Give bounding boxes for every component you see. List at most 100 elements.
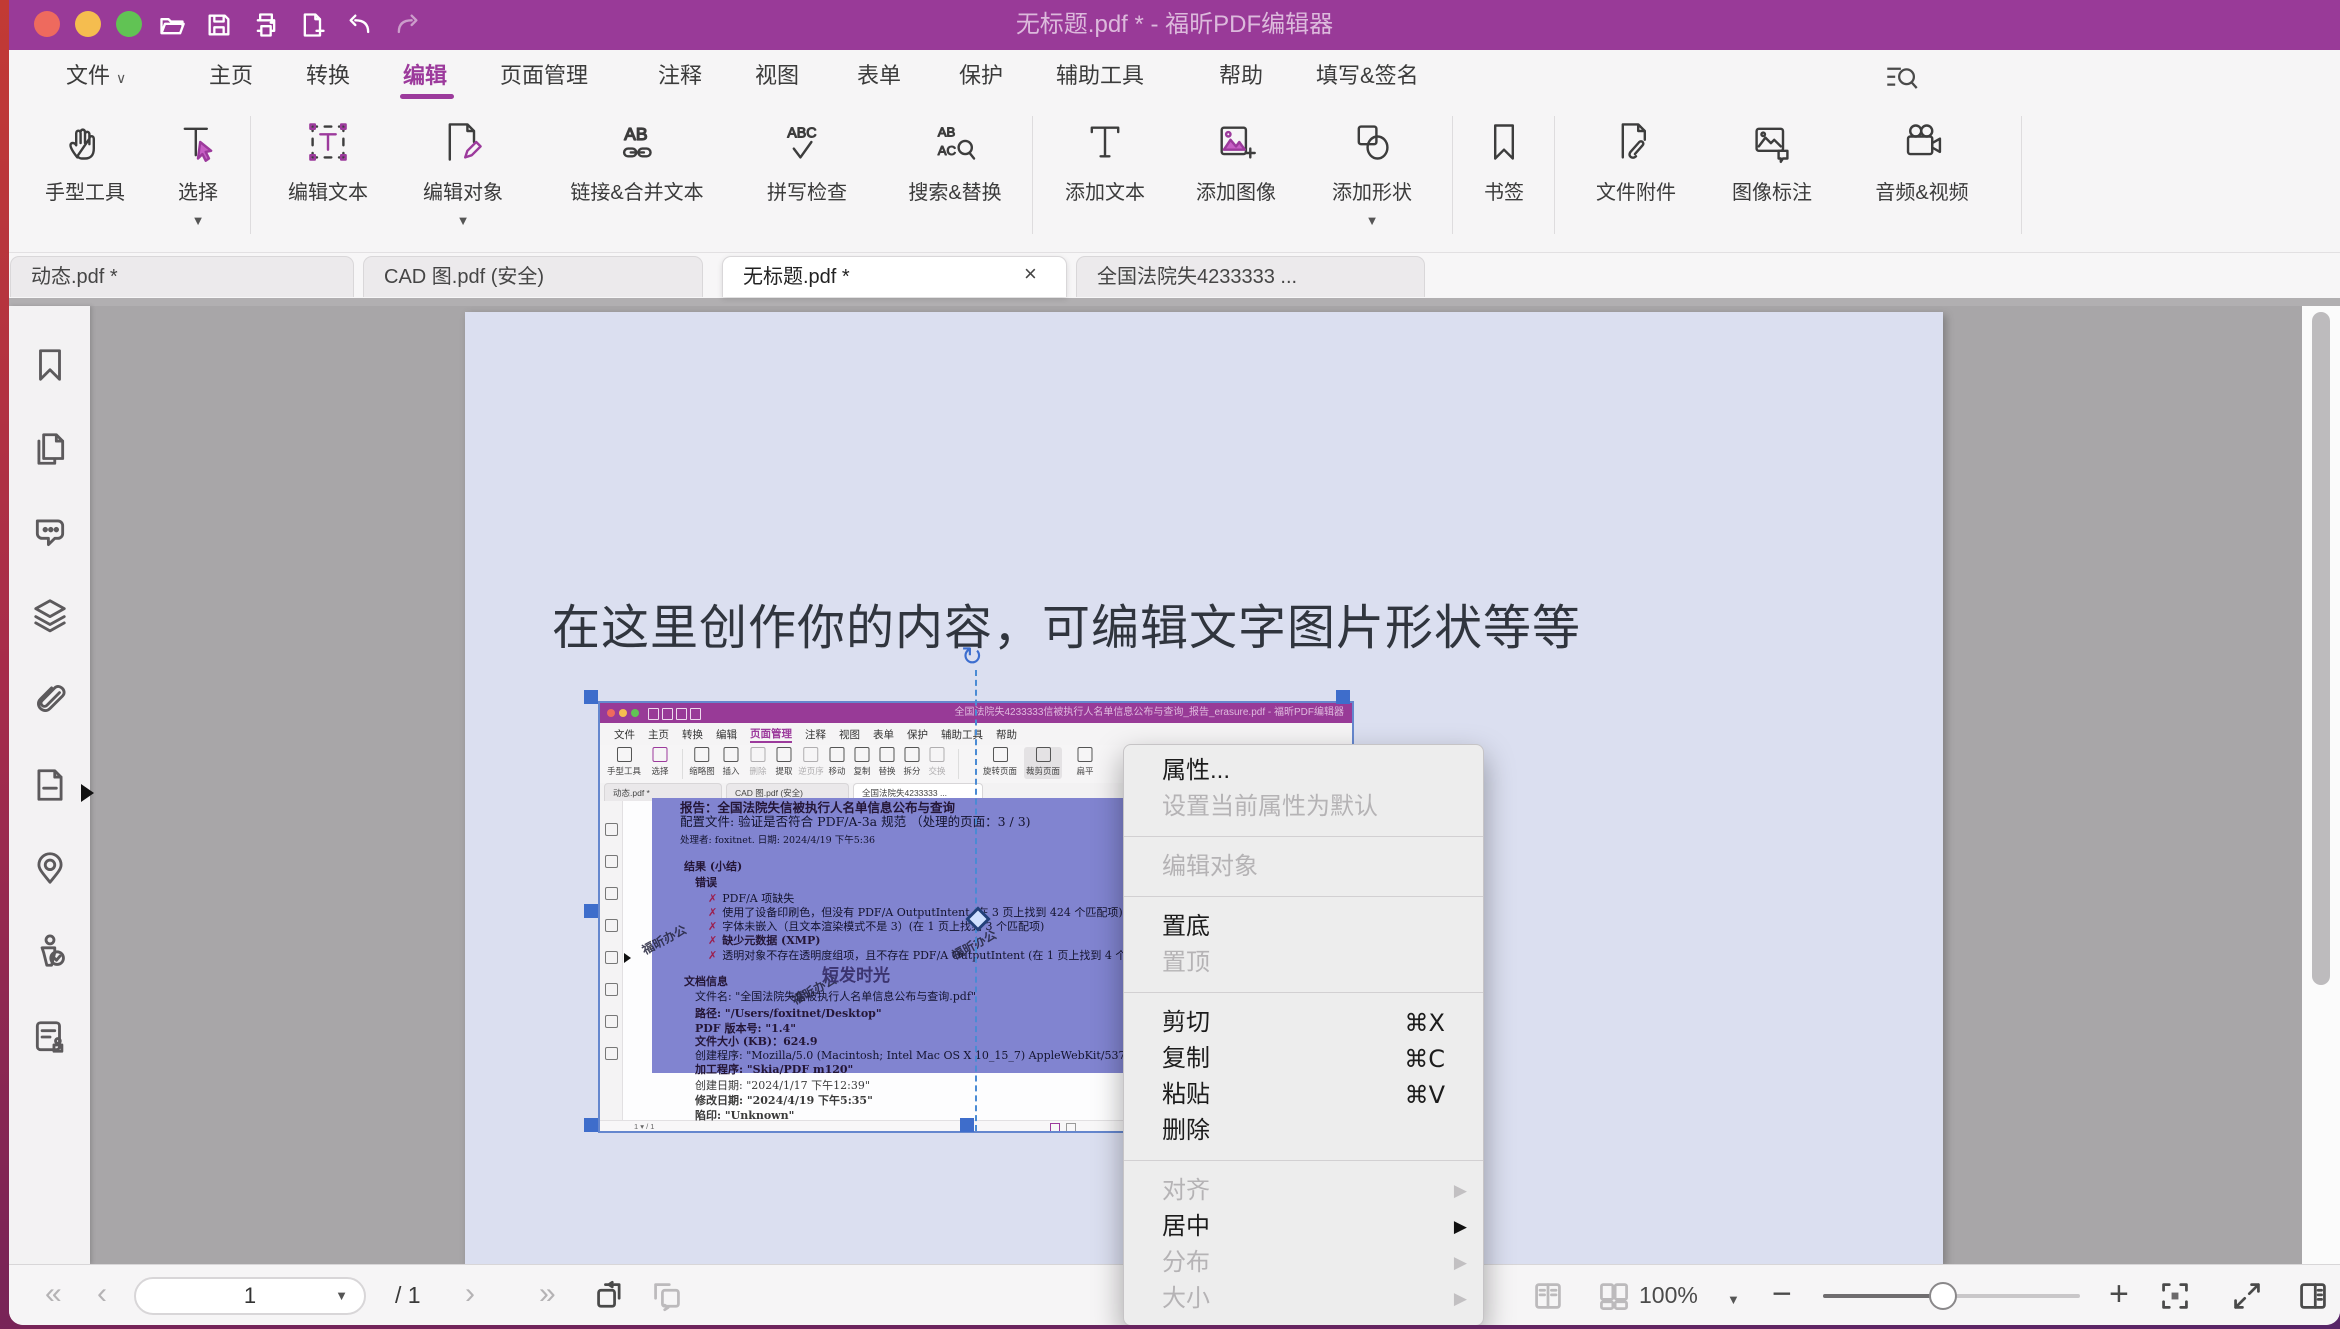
context-item-edit-object: 编辑对象 <box>1124 849 1483 885</box>
search-replace-button[interactable]: ABAC 搜索&替换 <box>908 110 1001 205</box>
menu-home[interactable]: 主页 <box>209 50 253 102</box>
file-attachment-button[interactable]: 文件附件 <box>1596 110 1676 205</box>
last-page-button[interactable]: » <box>539 1265 556 1325</box>
context-item-paste[interactable]: 粘贴⌘V <box>1124 1077 1483 1113</box>
file-attachment-icon <box>1596 110 1676 174</box>
fullscreen-icon[interactable] <box>2231 1280 2263 1312</box>
context-item-send-to-back[interactable]: 置底 <box>1124 909 1483 945</box>
next-page-button[interactable]: › <box>465 1265 475 1325</box>
tab-untitled-active[interactable]: 无标题.pdf * <box>722 256 1067 297</box>
previous-page-button[interactable]: ‹ <box>97 1265 107 1325</box>
previous-view-icon[interactable] <box>594 1280 626 1312</box>
titlebar: 无标题.pdf * - 福昕PDF编辑器 <box>9 0 2340 50</box>
zoom-caret-icon[interactable]: ▼ <box>1727 1292 1740 1307</box>
image-annotation-button[interactable]: 图像标注 <box>1732 110 1812 205</box>
svg-text:AC: AC <box>937 143 956 158</box>
zoom-in-button[interactable]: + <box>2109 1265 2129 1325</box>
advanced-search-icon[interactable] <box>1885 62 1919 92</box>
edit-text-button[interactable]: 编辑文本 <box>288 110 368 205</box>
bookmark-button[interactable]: 书签 <box>1482 110 1526 205</box>
ribbon-separator <box>1554 116 1555 234</box>
zoom-out-button[interactable]: − <box>1772 1265 1792 1325</box>
destinations-panel-icon[interactable] <box>31 849 69 887</box>
tab-dongtai[interactable]: 动态.pdf * <box>10 256 354 297</box>
menu-accessibility[interactable]: 辅助工具 <box>1056 50 1144 102</box>
pages-panel-icon[interactable] <box>31 430 69 468</box>
hand-tool-button[interactable]: 手型工具 <box>45 110 125 205</box>
menu-file[interactable]: 文件∨ <box>66 50 126 102</box>
spell-check-button[interactable]: ABC 拼写检查 <box>767 110 847 205</box>
digital-signatures-panel-icon[interactable] <box>31 932 69 970</box>
bookmark-icon <box>1482 110 1526 174</box>
context-item-cut[interactable]: 剪切⌘X <box>1124 1005 1483 1041</box>
add-text-button[interactable]: 添加文本 <box>1065 110 1145 205</box>
search-replace-icon: AB AC <box>908 110 1001 174</box>
hand-icon <box>45 110 125 174</box>
context-menu-separator <box>1124 992 1483 993</box>
context-menu-separator <box>1124 896 1483 897</box>
zoom-level-label[interactable]: 100% <box>1639 1265 1698 1325</box>
selection-handle-top-left[interactable] <box>584 690 598 704</box>
tab-cad[interactable]: CAD 图.pdf (安全) <box>363 256 703 297</box>
image-annotation-icon <box>1732 110 1812 174</box>
reading-panel-icon[interactable] <box>2297 1280 2329 1312</box>
context-item-properties[interactable]: 属性... <box>1124 753 1483 789</box>
submenu-arrow-icon: ▶ <box>1454 1173 1467 1209</box>
fit-page-icon[interactable] <box>2159 1280 2191 1312</box>
single-page-view-icon[interactable] <box>1532 1280 1564 1312</box>
close-tab-icon[interactable]: × <box>1024 253 1037 294</box>
scrollbar-thumb[interactable] <box>2312 312 2330 985</box>
layers-panel-icon[interactable] <box>31 596 69 634</box>
menu-view[interactable]: 视图 <box>755 50 799 102</box>
submenu-arrow-icon: ▶ <box>1454 1245 1467 1281</box>
page-number-input[interactable]: 1 ▼ <box>134 1277 366 1315</box>
menubar: 文件∨ 主页 转换 编辑 页面管理 注释 视图 表单 保护 辅助工具 帮助 填写… <box>9 50 2340 102</box>
ribbon-separator <box>1032 116 1033 234</box>
first-page-button[interactable]: « <box>45 1265 62 1325</box>
context-menu-separator <box>1124 1160 1483 1161</box>
selection-handle-top-right[interactable] <box>1336 690 1350 704</box>
link-merge-text-button[interactable]: AB 链接&合并文本 <box>570 110 703 205</box>
menu-comment[interactable]: 注释 <box>658 50 702 102</box>
context-item-center[interactable]: 居中▶ <box>1124 1209 1483 1245</box>
bookmarks-panel-icon[interactable] <box>31 346 69 384</box>
rotate-handle-icon[interactable]: ↻ <box>961 642 983 672</box>
edit-text-icon <box>288 110 368 174</box>
mini-window-title: 全国法院失4233333信被执行人名单信息公布与查询_报告_erasure.pd… <box>954 703 1344 723</box>
zoom-slider-thumb[interactable] <box>1929 1282 1957 1310</box>
facing-page-view-icon[interactable] <box>1598 1280 1630 1312</box>
dropdown-caret-icon[interactable]: ▼ <box>176 213 220 228</box>
selection-handle-bottom-center[interactable] <box>960 1118 974 1132</box>
menu-form[interactable]: 表单 <box>857 50 901 102</box>
dropdown-caret-icon[interactable]: ▼ <box>423 213 503 228</box>
next-view-icon[interactable] <box>651 1280 683 1312</box>
audio-video-button[interactable]: 音频&视频 <box>1875 110 1968 205</box>
edit-object-button[interactable]: 编辑对象 ▼ <box>423 110 503 228</box>
menu-fill-sign[interactable]: 填写&签名 <box>1316 50 1419 102</box>
menu-convert[interactable]: 转换 <box>306 50 350 102</box>
comments-panel-icon[interactable] <box>31 513 69 551</box>
add-image-button[interactable]: 添加图像 <box>1196 110 1276 205</box>
dropdown-caret-icon[interactable]: ▼ <box>1332 213 1412 228</box>
selection-handle-bottom-left[interactable] <box>584 1118 598 1132</box>
page-heading-text[interactable]: 在这里创作你的内容，可编辑文字图片形状等等 <box>552 588 1581 658</box>
page-caret-icon[interactable]: ▼ <box>335 1279 348 1313</box>
selection-handle-middle-left[interactable] <box>584 904 598 918</box>
add-shape-button[interactable]: 添加形状 ▼ <box>1332 110 1412 228</box>
ribbon-separator <box>250 116 251 234</box>
spell-check-icon: ABC <box>767 110 847 174</box>
menu-protect[interactable]: 保护 <box>959 50 1003 102</box>
menu-page-management[interactable]: 页面管理 <box>500 50 588 102</box>
context-item-delete[interactable]: 删除 <box>1124 1113 1483 1149</box>
svg-text:AB: AB <box>937 125 955 140</box>
tab-quanguo[interactable]: 全国法院失4233333 ... <box>1076 256 1425 297</box>
context-item-copy[interactable]: 复制⌘C <box>1124 1041 1483 1077</box>
menu-help[interactable]: 帮助 <box>1219 50 1263 102</box>
fields-panel-icon[interactable] <box>31 766 69 804</box>
attachments-panel-icon[interactable] <box>31 680 69 718</box>
vertical-scrollbar[interactable] <box>2302 306 2340 1264</box>
chevron-down-icon: ∨ <box>116 70 126 86</box>
select-tool-button[interactable]: 选择 ▼ <box>176 110 220 228</box>
form-fields-panel-icon[interactable] <box>31 1018 69 1056</box>
sidebar-expand-arrow-icon[interactable] <box>81 784 94 802</box>
